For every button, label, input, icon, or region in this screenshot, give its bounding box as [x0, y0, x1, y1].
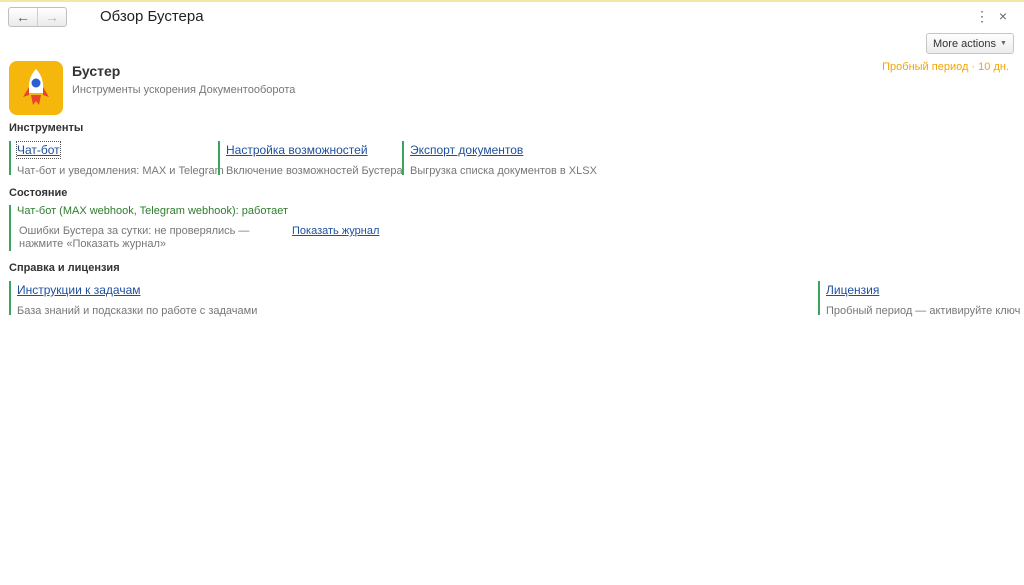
errors-status: Ошибки Бустера за сутки: не проверялись …	[19, 225, 250, 250]
forward-button[interactable]: →	[37, 8, 66, 26]
arrow-right-icon: →	[45, 9, 59, 25]
more-menu-icon[interactable]: ⋮	[975, 8, 989, 25]
card-task-instructions: Инструкции к задачам База знаний и подск…	[9, 281, 258, 317]
app-name: Бустер	[72, 63, 121, 79]
chatbot-status: Чат-бот (MAX webhook, Telegram webhook):…	[17, 205, 289, 217]
features-settings-description: Включение возможностей Бустера	[226, 165, 403, 177]
license-description: Пробный период — активируйте ключ	[826, 305, 1021, 317]
window-title: Обзор Бустера	[100, 8, 204, 25]
card-license: Лицензия Пробный период — активируйте кл…	[818, 281, 1021, 317]
back-button[interactable]: ←	[9, 8, 37, 26]
trial-period-badge: Пробный период · 10 дн.	[882, 61, 1009, 73]
section-title-status: Состояние	[9, 187, 68, 199]
navigation-buttons: ← →	[8, 7, 67, 27]
rocket-icon	[9, 61, 63, 115]
chevron-down-icon: ▼	[999, 40, 1007, 47]
show-journal-link[interactable]: Показать журнал	[292, 225, 379, 237]
chatbot-link[interactable]: Чат-бот	[16, 141, 61, 159]
arrow-left-icon: ←	[16, 9, 30, 25]
section-title-help: Справка и лицензия	[9, 262, 120, 274]
app-description: Инструменты ускорения Документооборота	[72, 84, 296, 96]
more-actions-label: More actions	[933, 37, 996, 50]
top-accent-line	[0, 0, 1024, 2]
more-actions-button[interactable]: More actions ▼	[926, 33, 1014, 54]
status-block: Чат-бот (MAX webhook, Telegram webhook):…	[9, 205, 387, 251]
card-chatbot: Чат-бот Чат-бот и уведомления: MAX и Tel…	[9, 141, 224, 177]
license-link[interactable]: Лицензия	[826, 282, 879, 298]
card-export-documents: Экспорт документов Выгрузка списка докум…	[402, 141, 597, 177]
export-documents-description: Выгрузка списка документов в XLSX	[410, 165, 597, 177]
chatbot-description: Чат-бот и уведомления: MAX и Telegram	[17, 165, 224, 177]
task-instructions-description: База знаний и подсказки по работе с зада…	[17, 305, 258, 317]
task-instructions-link[interactable]: Инструкции к задачам	[17, 282, 141, 298]
close-icon[interactable]: ×	[997, 8, 1009, 24]
export-documents-link[interactable]: Экспорт документов	[410, 142, 523, 158]
features-settings-link[interactable]: Настройка возможностей	[226, 142, 368, 158]
section-title-tools: Инструменты	[9, 122, 84, 134]
card-features-settings: Настройка возможностей Включение возможн…	[218, 141, 403, 177]
